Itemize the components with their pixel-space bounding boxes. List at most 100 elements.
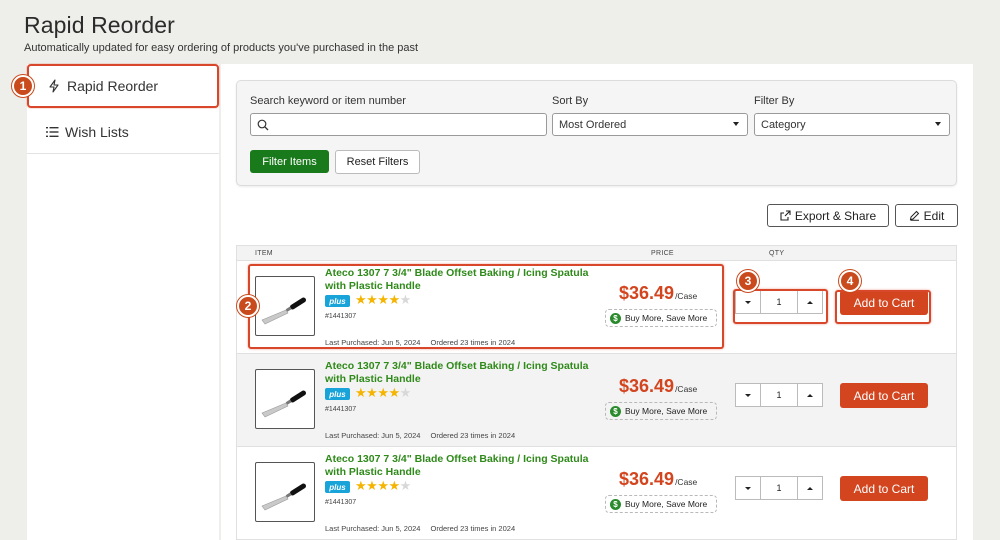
filter-items-button[interactable]: Filter Items	[250, 150, 329, 173]
sidebar: Rapid Reorder Wish Lists	[27, 64, 219, 540]
sidebar-item-rapid-reorder[interactable]: Rapid Reorder	[27, 64, 219, 108]
buy-more-promo[interactable]: $ Buy More, Save More	[605, 402, 717, 420]
star-icon: ★	[377, 478, 389, 493]
qty-decrease-button[interactable]	[735, 476, 761, 500]
caret-down-icon	[745, 486, 751, 490]
sort-label: Sort By	[552, 95, 589, 107]
star-icon: ★	[355, 292, 367, 307]
order-count: Ordered 23 times in 2024	[430, 524, 516, 533]
dollar-icon: $	[610, 405, 621, 417]
callout-badge-3: 3	[737, 270, 759, 292]
chevron-down-icon	[935, 122, 941, 126]
price-value: $36.49	[619, 283, 675, 303]
dollar-icon: $	[610, 498, 621, 510]
export-share-button[interactable]: Export & Share	[767, 204, 889, 227]
plus-badge: plus	[325, 295, 350, 307]
star-icon: ★	[366, 478, 378, 493]
product-image[interactable]	[255, 276, 315, 336]
caret-down-icon	[745, 300, 751, 304]
product-image[interactable]	[255, 369, 315, 429]
item-number: #1441307	[325, 313, 357, 320]
quantity-stepper: 1	[735, 476, 823, 500]
qty-increase-button[interactable]	[797, 383, 823, 407]
star-icon: ★	[355, 385, 367, 400]
lightning-icon	[47, 79, 61, 93]
star-icon: ★	[377, 292, 389, 307]
callout-badge-2: 2	[237, 295, 259, 317]
star-icon: ★	[388, 385, 400, 400]
product-name-link[interactable]: Ateco 1307 7 3/4" Blade Offset Baking / …	[325, 267, 595, 293]
promo-label: Buy More, Save More	[625, 406, 708, 416]
page-subtitle: Automatically updated for easy ordering …	[24, 42, 419, 54]
price-value: $36.49	[619, 469, 675, 489]
qty-input[interactable]: 1	[761, 290, 797, 314]
sort-value: Most Ordered	[559, 118, 627, 131]
price-value: $36.49	[619, 376, 675, 396]
qty-decrease-button[interactable]	[735, 383, 761, 407]
table-header: ITEM PRICE QTY	[236, 245, 957, 261]
filter-select[interactable]: Category	[754, 113, 950, 136]
last-purchased: Last Purchased: Jun 5, 2024	[325, 338, 421, 347]
search-input[interactable]	[250, 113, 547, 136]
caret-down-icon	[745, 393, 751, 397]
search-label: Search keyword or item number	[250, 95, 406, 107]
qty-input[interactable]: 1	[761, 383, 797, 407]
price: $36.49/Case	[619, 469, 697, 490]
promo-label: Buy More, Save More	[625, 499, 708, 509]
callout-badge-4: 4	[839, 270, 861, 292]
last-purchased: Last Purchased: Jun 5, 2024	[325, 524, 421, 533]
sidebar-item-label: Wish Lists	[65, 123, 129, 140]
sort-select[interactable]: Most Ordered	[552, 113, 748, 136]
buy-more-promo[interactable]: $ Buy More, Save More	[605, 495, 717, 513]
plus-badge: plus	[325, 388, 350, 400]
product-image[interactable]	[255, 462, 315, 522]
price-unit: /Case	[675, 291, 698, 301]
add-to-cart-button[interactable]: Add to Cart	[840, 290, 928, 315]
page-title: Rapid Reorder	[24, 12, 175, 38]
star-icon: ★	[399, 478, 412, 493]
star-icon: ★	[366, 292, 378, 307]
star-icon: ★	[388, 478, 400, 493]
table-row: Ateco 1307 7 3/4" Blade Offset Baking / …	[236, 447, 957, 540]
order-count: Ordered 23 times in 2024	[430, 431, 516, 440]
purchase-info: Last Purchased: Jun 5, 2024 Ordered 23 ti…	[325, 524, 515, 533]
caret-up-icon	[807, 393, 813, 397]
product-name-link[interactable]: Ateco 1307 7 3/4" Blade Offset Baking / …	[325, 360, 595, 386]
pencil-icon	[909, 210, 920, 221]
item-number: #1441307	[325, 406, 357, 413]
price: $36.49/Case	[619, 376, 697, 397]
search-icon	[257, 119, 269, 131]
chevron-down-icon	[733, 122, 739, 126]
filter-value: Category	[761, 118, 806, 131]
star-icon: ★	[377, 385, 389, 400]
main-panel: Search keyword or item number Sort By Mo…	[221, 64, 973, 540]
last-purchased: Last Purchased: Jun 5, 2024	[325, 431, 421, 440]
purchase-info: Last Purchased: Jun 5, 2024 Ordered 23 ti…	[325, 338, 515, 347]
qty-increase-button[interactable]	[797, 476, 823, 500]
product-name-link[interactable]: Ateco 1307 7 3/4" Blade Offset Baking / …	[325, 453, 595, 479]
add-to-cart-button[interactable]: Add to Cart	[840, 476, 928, 501]
purchase-info: Last Purchased: Jun 5, 2024 Ordered 23 ti…	[325, 431, 515, 440]
caret-up-icon	[807, 300, 813, 304]
caret-up-icon	[807, 486, 813, 490]
star-icon: ★	[399, 292, 412, 307]
buy-more-promo[interactable]: $ Buy More, Save More	[605, 309, 717, 327]
callout-badge-1: 1	[12, 75, 34, 97]
reset-filters-button[interactable]: Reset Filters	[335, 150, 420, 174]
qty-increase-button[interactable]	[797, 290, 823, 314]
add-to-cart-button[interactable]: Add to Cart	[840, 383, 928, 408]
sidebar-item-wish-lists[interactable]: Wish Lists	[27, 110, 219, 154]
qty-input[interactable]: 1	[761, 476, 797, 500]
order-count: Ordered 23 times in 2024	[430, 338, 516, 347]
header-qty: QTY	[769, 250, 785, 257]
sidebar-item-label: Rapid Reorder	[67, 78, 159, 94]
rating-stars: ★★★★★	[355, 292, 411, 308]
star-icon: ★	[355, 478, 367, 493]
edit-button[interactable]: Edit	[895, 204, 958, 227]
export-icon	[780, 210, 791, 221]
filter-label: Filter By	[754, 95, 795, 107]
star-icon: ★	[399, 385, 412, 400]
qty-decrease-button[interactable]	[735, 290, 761, 314]
item-number: #1441307	[325, 499, 357, 506]
quantity-stepper: 1	[735, 290, 823, 314]
